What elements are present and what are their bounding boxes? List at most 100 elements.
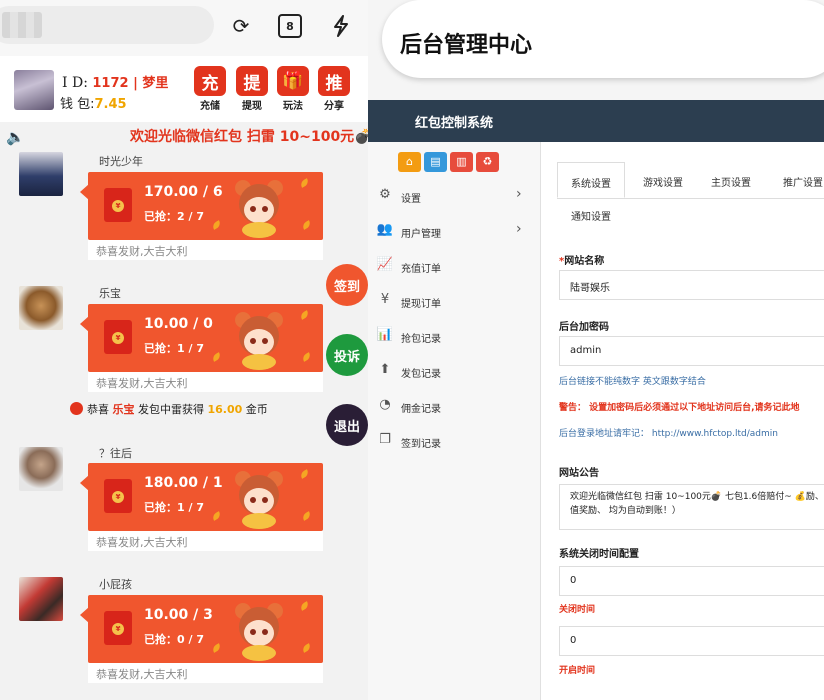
file-icon[interactable]: ▤: [424, 152, 447, 172]
mascot-girl-icon: [235, 603, 283, 661]
share-label: 分享: [324, 101, 344, 112]
sidebar-item-grab-records[interactable]: 📊 抢包记录: [368, 318, 540, 353]
red-packet[interactable]: ¥ 170.00 / 6 已抢：2 / 7: [88, 172, 323, 240]
recharge-label: 充储: [200, 101, 220, 112]
logout-button[interactable]: 退出: [326, 404, 368, 446]
packet-amount: 10.00 / 0: [144, 316, 213, 332]
sys-prefix: 恭喜: [87, 403, 109, 416]
notice-marquee: 🔈 欢迎光临微信红包 扫雷 10~100元💣 七: [0, 122, 368, 152]
open-time-label: 开启时间: [559, 666, 596, 676]
avatar[interactable]: [19, 577, 63, 621]
lightning-icon[interactable]: [329, 14, 353, 38]
mobile-app: ⟳ 8 I D: 1172 | 梦里 钱 包:7.45 充 充储 提 提现 🎁 …: [0, 0, 368, 700]
sidebar-item-settings[interactable]: ⚙ 设置 ›: [368, 178, 540, 213]
packet-caption: 恭喜发财,大吉大利: [88, 372, 323, 392]
system-message: 恭喜 乐宝 发包中雷获得 16.00 金币: [70, 401, 268, 417]
login-url-help: 后台登录地址请牢记： http://www.hfctop.ltd/admin: [559, 429, 778, 439]
envelope-icon: ¥: [104, 611, 132, 645]
nav-label: 充值订单: [401, 264, 441, 275]
sys-suffix: 金币: [245, 403, 268, 416]
nav-label: 发包记录: [401, 369, 441, 380]
checkin-button[interactable]: 签到: [326, 264, 368, 306]
mascot-girl-icon: [235, 471, 283, 529]
tab-homepage[interactable]: 主页设置: [697, 162, 765, 198]
envelope-icon: ¥: [104, 188, 132, 222]
red-packet[interactable]: ¥ 180.00 / 1 已抢：1 / 7: [88, 463, 323, 531]
avatar[interactable]: [19, 152, 63, 196]
chat-message: 小屁孩 ¥ 10.00 / 3 已抢：0 / 7 恭喜发财,大吉大利: [0, 575, 368, 685]
chevron-right-icon: ›: [516, 221, 522, 237]
nav-menu: ⚙ 设置 › 👥 用户管理 › 📈 充值订单 ¥ 提现订单 📊 抢包记录 ⬆ 发…: [368, 178, 540, 458]
envelope-icon: ¥: [104, 320, 132, 354]
avatar[interactable]: [19, 447, 63, 491]
sender-name: ？往后: [99, 447, 132, 460]
sidebar-item-send-records[interactable]: ⬆ 发包记录: [368, 353, 540, 388]
sys-middle: 发包中雷获得: [138, 403, 204, 416]
withdraw-label: 提现: [242, 101, 262, 112]
announcement-label: 网站公告: [559, 468, 599, 479]
browser-toolbar: ⟳ 8: [0, 0, 368, 56]
tab-game[interactable]: 游戏设置: [629, 162, 697, 198]
packet-grabbed: 已抢：1 / 7: [144, 501, 204, 514]
red-packet[interactable]: ¥ 10.00 / 0 已抢：1 / 7: [88, 304, 323, 372]
nav-label: 用户管理: [401, 229, 441, 240]
notice-text: 欢迎光临微信红包 扫雷 10~100元💣 七: [130, 129, 368, 145]
admin-title-bar: 后台管理中心: [368, 0, 824, 100]
gear-icon: ⚙: [379, 187, 391, 202]
user-id-value: 1172 | 梦里: [92, 76, 169, 91]
password-label: 后台加密码: [559, 322, 609, 333]
nav-label: 佣金记录: [401, 404, 441, 415]
sender-name: 乐宝: [99, 287, 121, 300]
share-button[interactable]: 推 分享: [317, 66, 351, 112]
share-glyph: 推: [318, 66, 350, 96]
red-packet[interactable]: ¥ 10.00 / 3 已抢：0 / 7: [88, 595, 323, 663]
reload-icon[interactable]: ⟳: [229, 14, 253, 38]
sys-amount: 16.00: [207, 403, 243, 416]
recycle-icon[interactable]: ♻: [476, 152, 499, 172]
site-name-input[interactable]: 陆哥娱乐: [559, 270, 824, 300]
withdraw-button[interactable]: 提 提现: [235, 66, 269, 112]
tab-count-button[interactable]: 8: [278, 14, 302, 38]
bar-chart-icon: 📊: [376, 327, 394, 342]
sidebar-item-commission-records[interactable]: ◔ 佣金记录: [368, 388, 540, 423]
tab-notification[interactable]: 通知设置: [557, 198, 625, 234]
system-header: 红包控制系统: [368, 100, 824, 142]
gift-icon: 🎁: [277, 66, 309, 96]
tab-promotion[interactable]: 推广设置: [769, 162, 824, 198]
announcement-textarea[interactable]: 欢迎光临微信红包 扫雷 10~100元💣 七包1.6倍赔付~ 💰励、充值奖励、 …: [559, 484, 824, 530]
close-time-input[interactable]: 0: [559, 566, 824, 596]
nav-label: 设置: [401, 194, 421, 205]
packet-caption: 恭喜发财,大吉大利: [88, 663, 323, 683]
sidebar-item-recharge-orders[interactable]: 📈 充值订单: [368, 248, 540, 283]
clone-icon: ❐: [379, 432, 391, 447]
sidebar-item-checkin-records[interactable]: ❐ 签到记录: [368, 423, 540, 458]
sidebar: ⌂▤▥♻ ⚙ 设置 › 👥 用户管理 › 📈 充值订单 ¥ 提现订单 📊: [368, 142, 540, 700]
complain-button[interactable]: 投诉: [326, 334, 368, 376]
recharge-button[interactable]: 充 充储: [193, 66, 227, 112]
chat-message: ？往后 ¥ 180.00 / 1 已抢：1 / 7 恭喜发财,大吉大利: [0, 443, 368, 553]
speaker-icon: 🔈: [6, 128, 25, 146]
user-bar: I D: 1172 | 梦里 钱 包:7.45 充 充储 提 提现 🎁 玩法 推…: [0, 56, 368, 122]
packet-grabbed: 已抢：1 / 7: [144, 342, 204, 355]
address-bar[interactable]: [0, 6, 214, 44]
sidebar-item-users[interactable]: 👥 用户管理 ›: [368, 213, 540, 248]
close-config-label: 系统关闭时间配置: [559, 549, 639, 560]
password-input[interactable]: admin: [559, 336, 824, 366]
open-time-input[interactable]: 0: [559, 626, 824, 656]
nav-label: 签到记录: [401, 439, 441, 450]
password-warning: 警告： 设置加密码后必须通过以下地址访问后台,请务记此地: [559, 403, 800, 413]
admin-panel: 后台管理中心 红包控制系统 ⌂ ▤ ▥ ♻ ⚙ 设置 › 👥 用户管理 › 📈 充值订…: [368, 0, 824, 700]
envelope-icon: ¥: [104, 479, 132, 513]
tab-system[interactable]: 系统设置: [557, 162, 625, 198]
system-name: 红包控制系统: [415, 116, 494, 131]
trash-icon[interactable]: ▥: [450, 152, 473, 172]
area-chart-icon: 📈: [376, 257, 394, 272]
sidebar-item-withdraw-orders[interactable]: ¥ 提现订单: [368, 283, 540, 318]
avatar[interactable]: [19, 286, 63, 330]
page-title: 后台管理中心: [400, 33, 533, 58]
rules-button[interactable]: 🎁 玩法: [276, 66, 310, 112]
packet-grabbed: 已抢：2 / 7: [144, 210, 204, 223]
avatar[interactable]: [14, 70, 54, 110]
home-icon[interactable]: ⌂: [398, 152, 421, 172]
packet-caption: 恭喜发财,大吉大利: [88, 240, 323, 260]
